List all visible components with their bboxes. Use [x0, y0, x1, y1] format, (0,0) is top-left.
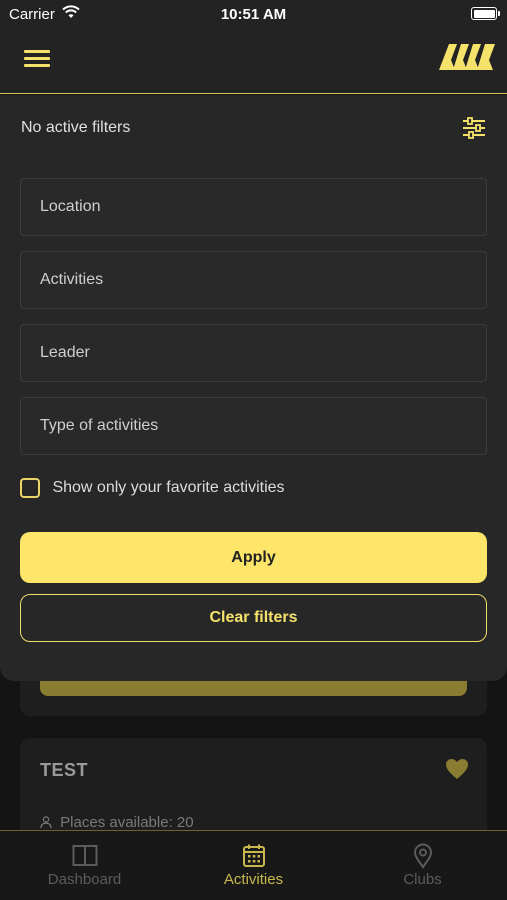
favorites-checkbox[interactable]: [20, 478, 40, 498]
tab-clubs-label: Clubs: [403, 871, 442, 888]
app-screen: Carrier 10:51 AM TEST Places available: …: [0, 0, 507, 900]
activity-type-field[interactable]: Type of activities: [20, 397, 487, 455]
app-header: [0, 30, 507, 94]
tab-dashboard-label: Dashboard: [47, 871, 122, 888]
leader-field[interactable]: Leader: [20, 324, 487, 382]
sliders-icon[interactable]: [462, 117, 486, 139]
activity-title: TEST: [40, 760, 89, 780]
menu-bar-line: [24, 64, 50, 67]
places-available-text: Places available: 20: [60, 814, 194, 831]
favorites-label: Show only your favorite activities: [52, 479, 285, 496]
places-available: Places available: 20: [40, 814, 194, 831]
apply-button[interactable]: Apply: [20, 532, 487, 583]
dashboard-icon: [72, 845, 97, 866]
tab-activities[interactable]: Activities: [169, 831, 338, 900]
clock-time: 10:51 AM: [220, 6, 287, 23]
hamburger-menu-button[interactable]: [24, 50, 50, 72]
status-bar: Carrier 10:51 AM: [0, 0, 507, 30]
tab-activities-label: Activities: [223, 871, 284, 888]
tab-dashboard[interactable]: Dashboard: [0, 831, 169, 900]
filter-panel: No active filters Location Activities Le…: [0, 95, 507, 681]
bottom-tab-bar: Dashboard Activities Clubs: [0, 830, 507, 900]
calendar-icon: [242, 844, 265, 867]
location-field[interactable]: Location: [20, 178, 487, 236]
person-icon: [40, 816, 52, 828]
favorites-filter-row[interactable]: Show only your favorite activities: [20, 478, 285, 500]
menu-bar-line: [24, 50, 50, 53]
clear-filters-button[interactable]: Clear filters: [20, 594, 487, 642]
location-pin-icon: [413, 843, 432, 869]
brand-logo-icon[interactable]: [439, 40, 495, 76]
menu-bar-line: [24, 57, 50, 60]
tab-clubs[interactable]: Clubs: [338, 831, 507, 900]
filter-status-text: No active filters: [21, 119, 131, 136]
heart-icon[interactable]: [445, 758, 469, 780]
activities-field[interactable]: Activities: [20, 251, 487, 309]
battery-icon: [471, 7, 500, 20]
